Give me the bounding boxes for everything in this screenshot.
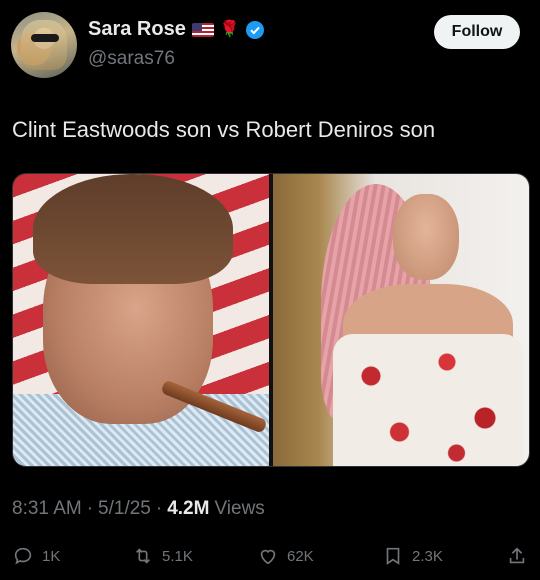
action-bar: 1K 5.1K 62K 2.3K bbox=[12, 542, 528, 570]
media-photo-left[interactable] bbox=[13, 174, 269, 466]
us-flag-icon bbox=[191, 22, 214, 37]
verified-badge-icon bbox=[245, 20, 264, 39]
repost-button[interactable]: 5.1K bbox=[132, 545, 193, 567]
photo-floral-dress bbox=[333, 334, 523, 466]
avatar-sunglasses bbox=[31, 34, 59, 42]
reply-count: 1K bbox=[42, 547, 61, 565]
display-name[interactable]: Sara Rose bbox=[88, 18, 186, 41]
heart-icon bbox=[260, 549, 276, 565]
avatar[interactable] bbox=[11, 12, 77, 78]
bookmark-icon bbox=[386, 547, 400, 565]
rose-icon: 🌹 bbox=[219, 20, 240, 38]
reply-icon bbox=[14, 547, 32, 565]
views-label: Views bbox=[214, 498, 265, 519]
post-meta: 8:31 AM · 5/1/25 · 4.2M Views bbox=[12, 498, 265, 520]
like-count: 62K bbox=[287, 547, 314, 565]
follow-button[interactable]: Follow bbox=[434, 15, 520, 49]
bookmark-button[interactable]: 2.3K bbox=[382, 545, 443, 567]
repost-count: 5.1K bbox=[162, 547, 193, 565]
post-text: Clint Eastwoods son vs Robert Deniros so… bbox=[12, 117, 436, 142]
share-icon bbox=[509, 547, 525, 564]
like-button[interactable]: 62K bbox=[257, 545, 314, 567]
bookmark-count: 2.3K bbox=[412, 547, 443, 565]
reply-button[interactable]: 1K bbox=[12, 545, 60, 567]
meta-separator: · bbox=[155, 498, 163, 519]
meta-separator: · bbox=[86, 498, 94, 519]
media-grid[interactable] bbox=[12, 173, 530, 467]
media-photo-right[interactable] bbox=[273, 174, 529, 466]
avatar-hair bbox=[21, 20, 67, 70]
share-button[interactable] bbox=[506, 545, 528, 567]
repost-icon bbox=[135, 548, 151, 564]
photo-face bbox=[393, 194, 459, 280]
post-time[interactable]: 8:31 AM bbox=[12, 498, 82, 520]
views-count: 4.2M bbox=[167, 498, 210, 519]
post-date[interactable]: 5/1/25 bbox=[98, 498, 151, 520]
photo-hair bbox=[33, 174, 233, 284]
user-handle[interactable]: @saras76 bbox=[88, 48, 175, 70]
post-header: Sara Rose 🌹 @saras76 Follow bbox=[11, 12, 520, 78]
name-row: Sara Rose 🌹 bbox=[88, 18, 264, 41]
